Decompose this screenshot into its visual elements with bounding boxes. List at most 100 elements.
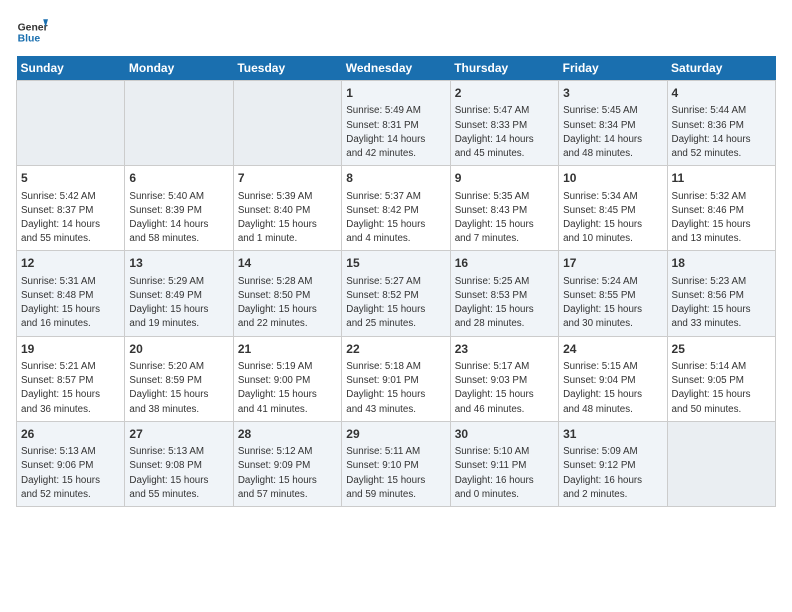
day-number: 7 (238, 170, 337, 187)
day-number: 29 (346, 426, 445, 443)
calendar-cell: 16 Sunrise: 5:25 AM Sunset: 8:53 PM Dayli… (450, 251, 558, 336)
day-number: 10 (563, 170, 662, 187)
day-info: Sunrise: 5:31 AM Sunset: 8:48 PM Dayligh… (21, 275, 120, 332)
day-number: 15 (346, 255, 445, 272)
calendar-cell: 20Sunrise: 5:20 AM Sunset: 8:59 PM Dayli… (125, 336, 233, 421)
day-number: 4 (672, 85, 771, 102)
weekday-header-sunday: Sunday (17, 56, 125, 81)
day-number: 23 (455, 341, 554, 358)
weekday-header-saturday: Saturday (667, 56, 775, 81)
calendar-cell: 27 Sunrise: 5:13 AM Sunset: 9:08 PM Dayli… (125, 421, 233, 506)
day-number: 14 (238, 255, 337, 272)
calendar-cell: 30 Sunrise: 5:10 AM Sunset: 9:11 PM Dayli… (450, 421, 558, 506)
calendar-cell: 11 Sunrise: 5:32 AM Sunset: 8:46 PM Dayli… (667, 166, 775, 251)
calendar-cell: 24 Sunrise: 5:15 AM Sunset: 9:04 PM Dayli… (559, 336, 667, 421)
calendar-cell: 9 Sunrise: 5:35 AM Sunset: 8:43 PM Daylig… (450, 166, 558, 251)
calendar-cell: 25Sunrise: 5:14 AM Sunset: 9:05 PM Dayli… (667, 336, 775, 421)
calendar-week-row: 19Sunrise: 5:21 AM Sunset: 8:57 PM Dayli… (17, 336, 776, 421)
day-number: 8 (346, 170, 445, 187)
weekday-header-tuesday: Tuesday (233, 56, 341, 81)
calendar-cell: 23Sunrise: 5:17 AM Sunset: 9:03 PM Dayli… (450, 336, 558, 421)
day-number: 18 (672, 255, 771, 272)
calendar-cell: 18Sunrise: 5:23 AM Sunset: 8:56 PM Dayli… (667, 251, 775, 336)
weekday-header-monday: Monday (125, 56, 233, 81)
day-number: 3 (563, 85, 662, 102)
calendar-cell: 15 Sunrise: 5:27 AM Sunset: 8:52 PM Dayli… (342, 251, 450, 336)
day-info: Sunrise: 5:09 AM Sunset: 9:12 PM Dayligh… (563, 445, 662, 502)
calendar-cell (233, 81, 341, 166)
day-number: 2 (455, 85, 554, 102)
day-info: Sunrise: 5:42 AM Sunset: 8:37 PM Dayligh… (21, 190, 120, 247)
day-number: 22 (346, 341, 445, 358)
calendar-cell: 10Sunrise: 5:34 AM Sunset: 8:45 PM Dayli… (559, 166, 667, 251)
day-info: Sunrise: 5:25 AM Sunset: 8:53 PM Dayligh… (455, 275, 554, 332)
day-number: 24 (563, 341, 662, 358)
day-number: 9 (455, 170, 554, 187)
svg-text:Blue: Blue (18, 34, 41, 45)
day-number: 30 (455, 426, 554, 443)
calendar-cell: 26 Sunrise: 5:13 AM Sunset: 9:06 PM Dayli… (17, 421, 125, 506)
day-number: 6 (129, 170, 228, 187)
calendar-cell: 13Sunrise: 5:29 AM Sunset: 8:49 PM Dayli… (125, 251, 233, 336)
day-info: Sunrise: 5:14 AM Sunset: 9:05 PM Dayligh… (672, 360, 771, 417)
day-info: Sunrise: 5:40 AM Sunset: 8:39 PM Dayligh… (129, 190, 228, 247)
day-number: 12 (21, 255, 120, 272)
day-number: 13 (129, 255, 228, 272)
calendar-cell: 19Sunrise: 5:21 AM Sunset: 8:57 PM Dayli… (17, 336, 125, 421)
day-number: 19 (21, 341, 120, 358)
calendar-cell: 17 Sunrise: 5:24 AM Sunset: 8:55 PM Dayli… (559, 251, 667, 336)
day-info: Sunrise: 5:32 AM Sunset: 8:46 PM Dayligh… (672, 190, 771, 247)
day-info: Sunrise: 5:24 AM Sunset: 8:55 PM Dayligh… (563, 275, 662, 332)
day-number: 28 (238, 426, 337, 443)
day-info: Sunrise: 5:10 AM Sunset: 9:11 PM Dayligh… (455, 445, 554, 502)
calendar-cell: 12 Sunrise: 5:31 AM Sunset: 8:48 PM Dayli… (17, 251, 125, 336)
day-info: Sunrise: 5:12 AM Sunset: 9:09 PM Dayligh… (238, 445, 337, 502)
day-info: Sunrise: 5:49 AM Sunset: 8:31 PM Dayligh… (346, 104, 445, 161)
day-info: Sunrise: 5:15 AM Sunset: 9:04 PM Dayligh… (563, 360, 662, 417)
calendar-cell: 8 Sunrise: 5:37 AM Sunset: 8:42 PM Daylig… (342, 166, 450, 251)
day-number: 31 (563, 426, 662, 443)
day-number: 11 (672, 170, 771, 187)
calendar-cell (17, 81, 125, 166)
day-info: Sunrise: 5:37 AM Sunset: 8:42 PM Dayligh… (346, 190, 445, 247)
day-info: Sunrise: 5:27 AM Sunset: 8:52 PM Dayligh… (346, 275, 445, 332)
calendar-cell: 22 Sunrise: 5:18 AM Sunset: 9:01 PM Dayli… (342, 336, 450, 421)
weekday-header-thursday: Thursday (450, 56, 558, 81)
calendar-header: SundayMondayTuesdayWednesdayThursdayFrid… (17, 56, 776, 81)
day-info: Sunrise: 5:20 AM Sunset: 8:59 PM Dayligh… (129, 360, 228, 417)
calendar-cell: 28 Sunrise: 5:12 AM Sunset: 9:09 PM Dayli… (233, 421, 341, 506)
day-number: 27 (129, 426, 228, 443)
day-info: Sunrise: 5:13 AM Sunset: 9:08 PM Dayligh… (129, 445, 228, 502)
day-info: Sunrise: 5:39 AM Sunset: 8:40 PM Dayligh… (238, 190, 337, 247)
svg-text:General: General (18, 22, 48, 33)
calendar-cell: 3 Sunrise: 5:45 AM Sunset: 8:34 PM Daylig… (559, 81, 667, 166)
calendar-week-row: 26 Sunrise: 5:13 AM Sunset: 9:06 PM Dayli… (17, 421, 776, 506)
day-number: 17 (563, 255, 662, 272)
calendar-cell: 1Sunrise: 5:49 AM Sunset: 8:31 PM Daylig… (342, 81, 450, 166)
day-info: Sunrise: 5:45 AM Sunset: 8:34 PM Dayligh… (563, 104, 662, 161)
calendar-week-row: 1Sunrise: 5:49 AM Sunset: 8:31 PM Daylig… (17, 81, 776, 166)
day-number: 16 (455, 255, 554, 272)
day-info: Sunrise: 5:35 AM Sunset: 8:43 PM Dayligh… (455, 190, 554, 247)
day-info: Sunrise: 5:13 AM Sunset: 9:06 PM Dayligh… (21, 445, 120, 502)
calendar-cell (667, 421, 775, 506)
day-number: 26 (21, 426, 120, 443)
day-number: 21 (238, 341, 337, 358)
day-info: Sunrise: 5:18 AM Sunset: 9:01 PM Dayligh… (346, 360, 445, 417)
weekday-header-wednesday: Wednesday (342, 56, 450, 81)
logo: General Blue (16, 16, 48, 48)
calendar-cell (125, 81, 233, 166)
calendar-cell: 4 Sunrise: 5:44 AM Sunset: 8:36 PM Daylig… (667, 81, 775, 166)
day-info: Sunrise: 5:11 AM Sunset: 9:10 PM Dayligh… (346, 445, 445, 502)
day-info: Sunrise: 5:19 AM Sunset: 9:00 PM Dayligh… (238, 360, 337, 417)
day-info: Sunrise: 5:47 AM Sunset: 8:33 PM Dayligh… (455, 104, 554, 161)
calendar-cell: 5Sunrise: 5:42 AM Sunset: 8:37 PM Daylig… (17, 166, 125, 251)
calendar-cell: 31 Sunrise: 5:09 AM Sunset: 9:12 PM Dayli… (559, 421, 667, 506)
day-info: Sunrise: 5:44 AM Sunset: 8:36 PM Dayligh… (672, 104, 771, 161)
calendar-cell: 2 Sunrise: 5:47 AM Sunset: 8:33 PM Daylig… (450, 81, 558, 166)
calendar-cell: 7 Sunrise: 5:39 AM Sunset: 8:40 PM Daylig… (233, 166, 341, 251)
calendar-table: SundayMondayTuesdayWednesdayThursdayFrid… (16, 56, 776, 507)
calendar-cell: 6 Sunrise: 5:40 AM Sunset: 8:39 PM Daylig… (125, 166, 233, 251)
weekday-header-row: SundayMondayTuesdayWednesdayThursdayFrid… (17, 56, 776, 81)
page-header: General Blue (16, 16, 776, 48)
